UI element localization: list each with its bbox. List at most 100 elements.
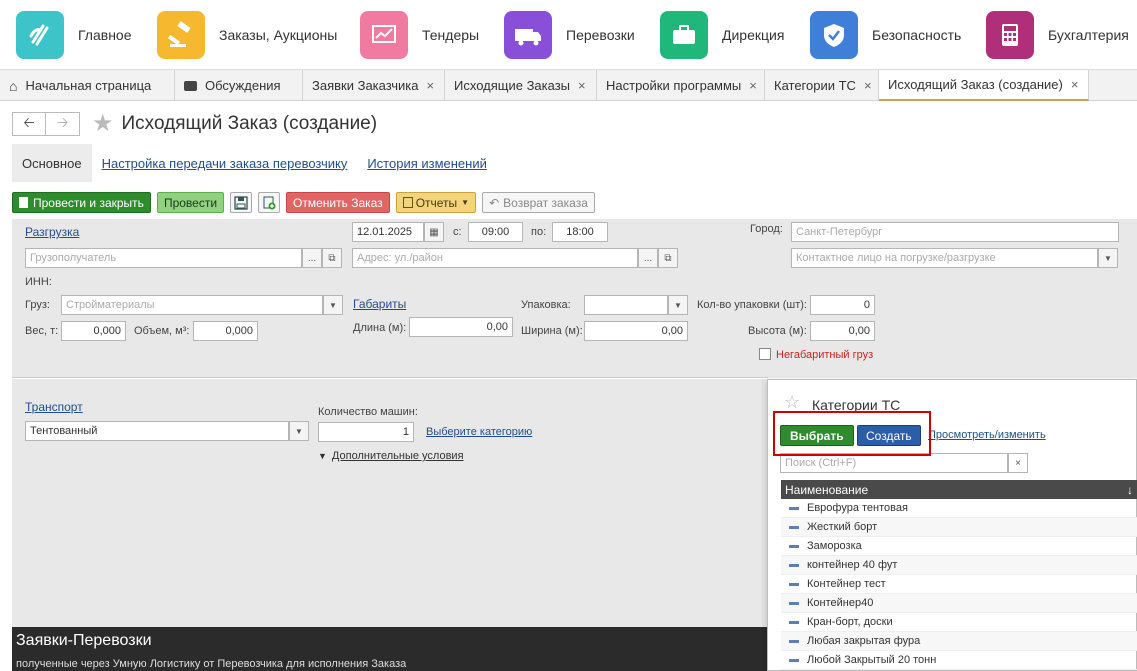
tab-vehicle-categories[interactable]: Категории ТС × [765, 70, 879, 101]
extra-conditions-toggle[interactable]: ▼ Дополнительные условия [318, 450, 464, 462]
save-icon[interactable] [230, 192, 253, 213]
tab-history[interactable]: История изменений [357, 144, 497, 182]
post-and-close-button[interactable]: Провести и закрыть [12, 192, 151, 213]
list-item[interactable]: Любая закрытая фура [781, 632, 1137, 651]
city-label: Город: [750, 223, 783, 235]
close-icon[interactable]: × [1071, 77, 1079, 92]
width-field[interactable]: 0,00 [584, 321, 688, 341]
calendar-icon[interactable]: ▦ [424, 222, 444, 242]
item-icon [789, 582, 799, 586]
cars-count-field[interactable]: 1 [318, 422, 414, 442]
open-icon[interactable]: ⧉ [658, 248, 678, 268]
top-navigation: Главное Заказы, Аукционы Тендеры Перевоз… [0, 0, 1137, 70]
cargo-label: Груз: [25, 299, 50, 311]
chevron-down-icon[interactable]: ▼ [668, 295, 688, 315]
more-button[interactable]: ... [638, 248, 658, 268]
unload-link[interactable]: Разгрузка [25, 225, 79, 239]
reports-button[interactable]: Отчеты ▼ [395, 192, 477, 213]
city-field[interactable]: Санкт-Петербург [791, 222, 1119, 242]
oversize-checkbox[interactable] [759, 348, 771, 360]
undo-icon: ↶ [489, 195, 500, 210]
dimensions-link[interactable]: Габариты [353, 297, 406, 311]
list-item[interactable]: Еврофура тентовая [781, 499, 1137, 518]
length-field[interactable]: 0,00 [409, 317, 513, 337]
weight-label: Вес, т: [25, 325, 59, 337]
chevron-down-icon[interactable]: ▼ [1098, 248, 1118, 268]
sort-arrow-icon: ↓ [1127, 482, 1133, 497]
nav-tenders[interactable]: Тендеры [360, 0, 479, 70]
transport-link[interactable]: Транспорт [25, 400, 83, 414]
nav-main[interactable]: Главное [16, 0, 132, 70]
volume-field[interactable]: 0,000 [193, 321, 258, 341]
nav-directorate[interactable]: Дирекция [660, 0, 784, 70]
height-field[interactable]: 0,00 [810, 321, 875, 341]
cancel-order-button[interactable]: Отменить Заказ [286, 192, 390, 213]
more-button[interactable]: ... [302, 248, 322, 268]
calculator-icon [986, 11, 1034, 59]
chevron-down-icon[interactable]: ▼ [289, 421, 309, 441]
list-item[interactable]: Контейнер40 [781, 594, 1137, 613]
cars-count-label: Количество машин: [318, 406, 418, 418]
volume-label: Объем, м³: [134, 325, 190, 337]
star-icon[interactable]: ☆ [784, 392, 800, 413]
item-icon [789, 506, 799, 510]
star-icon[interactable]: ★ [92, 109, 114, 138]
consignee-field[interactable]: Грузополучатель [25, 248, 302, 268]
logo-icon [16, 11, 64, 59]
packaging-field[interactable] [584, 295, 668, 315]
tab-settings[interactable]: Настройки программы × [597, 70, 765, 101]
to-time-field[interactable]: 18:00 [552, 222, 608, 242]
nav-orders[interactable]: Заказы, Аукционы [157, 0, 337, 70]
copy-add-icon[interactable] [258, 192, 281, 213]
item-icon [789, 620, 799, 624]
nav-accounting[interactable]: Бухгалтерия [986, 0, 1129, 70]
packaging-label: Упаковка: [521, 299, 571, 311]
from-time-field[interactable]: 09:00 [468, 222, 523, 242]
return-order-button[interactable]: ↶ Возврат заказа [482, 192, 595, 213]
clear-icon[interactable]: × [1008, 453, 1028, 473]
list-item[interactable]: Кран-борт, доски [781, 613, 1137, 632]
list-item[interactable]: Заморозка [781, 537, 1137, 556]
pack-count-field[interactable]: 0 [810, 295, 875, 315]
list-item[interactable]: Контейнер тест [781, 575, 1137, 594]
tab-outgoing-order-create[interactable]: Исходящий Заказ (создание) × [879, 70, 1089, 101]
close-icon[interactable]: × [578, 78, 586, 93]
back-button[interactable]: 🡠 [12, 111, 46, 136]
contact-person-field[interactable]: Контактное лицо на погрузке/разгрузке [791, 248, 1098, 268]
item-icon [789, 658, 799, 662]
list-item[interactable]: Любой Закрытый 20 тонн [781, 651, 1137, 670]
choose-category-link[interactable]: Выберите категорию [426, 426, 532, 438]
categories-list: Наименование ↓ Еврофура тентовая Жесткий… [781, 480, 1137, 670]
transport-type-field[interactable]: Тентованный [25, 421, 289, 441]
post-button[interactable]: Провести [156, 192, 225, 213]
tab-main[interactable]: Основное [12, 144, 92, 182]
tab-discussions[interactable]: Обсуждения [175, 70, 303, 101]
search-input[interactable]: Поиск (Ctrl+F) [780, 453, 1008, 473]
nav-security[interactable]: Безопасность [810, 0, 961, 70]
pack-count-label: Кол-во упаковки (шт): [697, 299, 807, 311]
list-item[interactable]: Жесткий борт [781, 518, 1137, 537]
date-field[interactable]: 12.01.2025 [352, 222, 424, 242]
close-icon[interactable]: × [427, 78, 435, 93]
tab-customer-requests[interactable]: Заявки Заказчика × [303, 70, 445, 101]
view-edit-link[interactable]: Просмотреть/изменить [928, 429, 1046, 441]
form-sections: Основное Настройка передачи заказа перев… [12, 144, 497, 182]
page-title: Исходящий Заказ (создание) [121, 112, 378, 134]
nav-transport[interactable]: Перевозки [504, 0, 635, 70]
chevron-down-icon[interactable]: ▼ [323, 295, 343, 315]
tab-outgoing-orders[interactable]: Исходящие Заказы × [445, 70, 597, 101]
item-icon [789, 639, 799, 643]
forward-button[interactable]: 🡢 [46, 111, 80, 136]
column-header[interactable]: Наименование ↓ [781, 480, 1137, 499]
tab-carrier-transfer-settings[interactable]: Настройка передачи заказа перевозчику [92, 144, 358, 182]
weight-field[interactable]: 0,000 [61, 321, 126, 341]
tab-home[interactable]: ⌂ Начальная страница [0, 70, 175, 101]
inn-label: ИНН: [25, 276, 52, 288]
address-field[interactable]: Адрес: ул./район [352, 248, 638, 268]
close-icon[interactable]: × [749, 78, 757, 93]
toolbar: Провести и закрыть Провести Отменить Зак… [12, 192, 595, 213]
cargo-field[interactable]: Стройматериалы [61, 295, 323, 315]
close-icon[interactable]: × [864, 78, 872, 93]
open-icon[interactable]: ⧉ [322, 248, 342, 268]
list-item[interactable]: контейнер 40 фут [781, 556, 1137, 575]
